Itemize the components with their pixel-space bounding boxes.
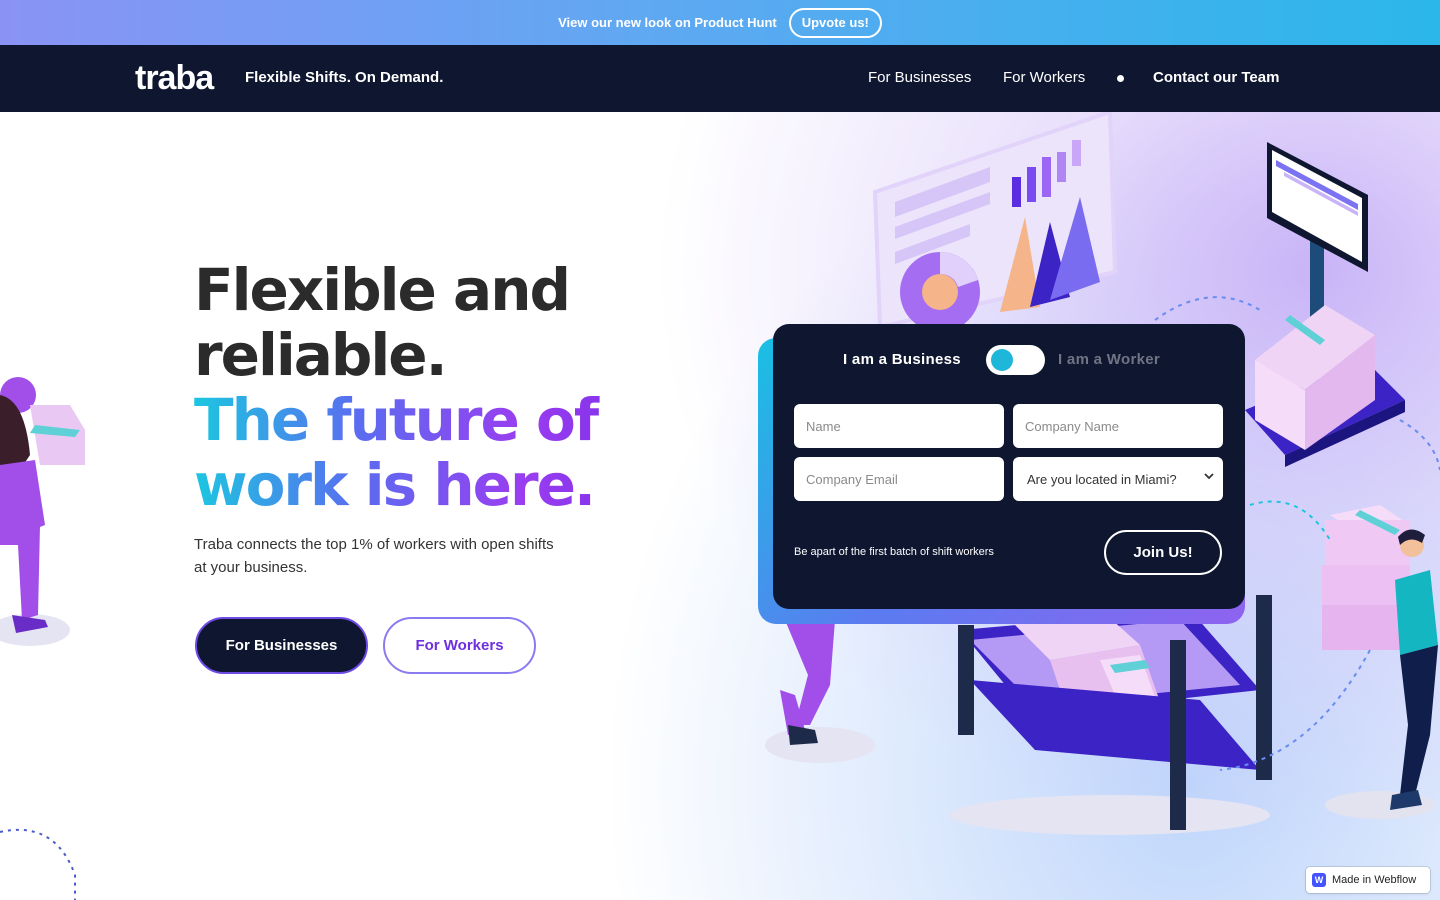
- hero-headline: Flexible and reliable. The future of wor…: [194, 258, 664, 518]
- webflow-icon: W: [1312, 873, 1326, 887]
- chevron-down-icon: [1204, 473, 1214, 480]
- nav-link-businesses[interactable]: For Businesses: [868, 69, 971, 87]
- toggle-label-business[interactable]: I am a Business: [843, 351, 961, 368]
- decorative-dashed-curve: [0, 828, 76, 900]
- for-workers-button[interactable]: For Workers: [383, 617, 536, 674]
- company-email-input[interactable]: [794, 457, 1004, 501]
- worker-left-illustration: [0, 377, 85, 646]
- headline-line-4: work is here.: [194, 453, 664, 518]
- page: View our new look on Product Hunt Upvote…: [0, 0, 1440, 900]
- name-input[interactable]: [794, 404, 1004, 448]
- upvote-button[interactable]: Upvote us!: [788, 7, 882, 38]
- nav-contact-button[interactable]: Contact our Team: [1153, 69, 1279, 87]
- batch-text: Be apart of the first batch of shift wor…: [794, 546, 994, 558]
- announcement-bar: View our new look on Product Hunt Upvote…: [0, 0, 1440, 45]
- made-in-webflow-badge[interactable]: W Made in Webflow: [1306, 867, 1430, 893]
- signup-card: I am a Business I am a Worker Are you lo…: [773, 324, 1245, 609]
- toggle-label-worker[interactable]: I am a Worker: [1058, 351, 1160, 368]
- nav-link-workers[interactable]: For Workers: [1003, 69, 1085, 87]
- nav-separator-dot: [1117, 75, 1124, 82]
- top-nav: traba Flexible Shifts. On Demand. For Bu…: [0, 45, 1440, 112]
- webflow-badge-label: Made in Webflow: [1332, 874, 1417, 886]
- for-businesses-button[interactable]: For Businesses: [195, 617, 368, 674]
- logo[interactable]: traba: [135, 61, 214, 95]
- hero-subtext: Traba connects the top 1% of workers wit…: [194, 536, 554, 576]
- worker-center-illustration: [765, 620, 875, 763]
- join-us-button[interactable]: Join Us!: [1104, 530, 1222, 575]
- business-worker-toggle[interactable]: [986, 345, 1045, 375]
- toggle-knob: [991, 349, 1013, 371]
- headline-line-2: reliable.: [194, 321, 448, 389]
- nav-tagline: Flexible Shifts. On Demand.: [245, 69, 444, 86]
- company-name-input[interactable]: [1013, 404, 1223, 448]
- location-select[interactable]: Are you located in Miami?: [1013, 457, 1223, 501]
- location-select-value: Are you located in Miami?: [1027, 471, 1177, 487]
- dashboard-illustration: [872, 112, 1118, 327]
- headline-line-3: The future of: [194, 388, 664, 453]
- headline-line-1: Flexible and: [194, 256, 571, 324]
- announcement-text: View our new look on Product Hunt: [558, 15, 777, 30]
